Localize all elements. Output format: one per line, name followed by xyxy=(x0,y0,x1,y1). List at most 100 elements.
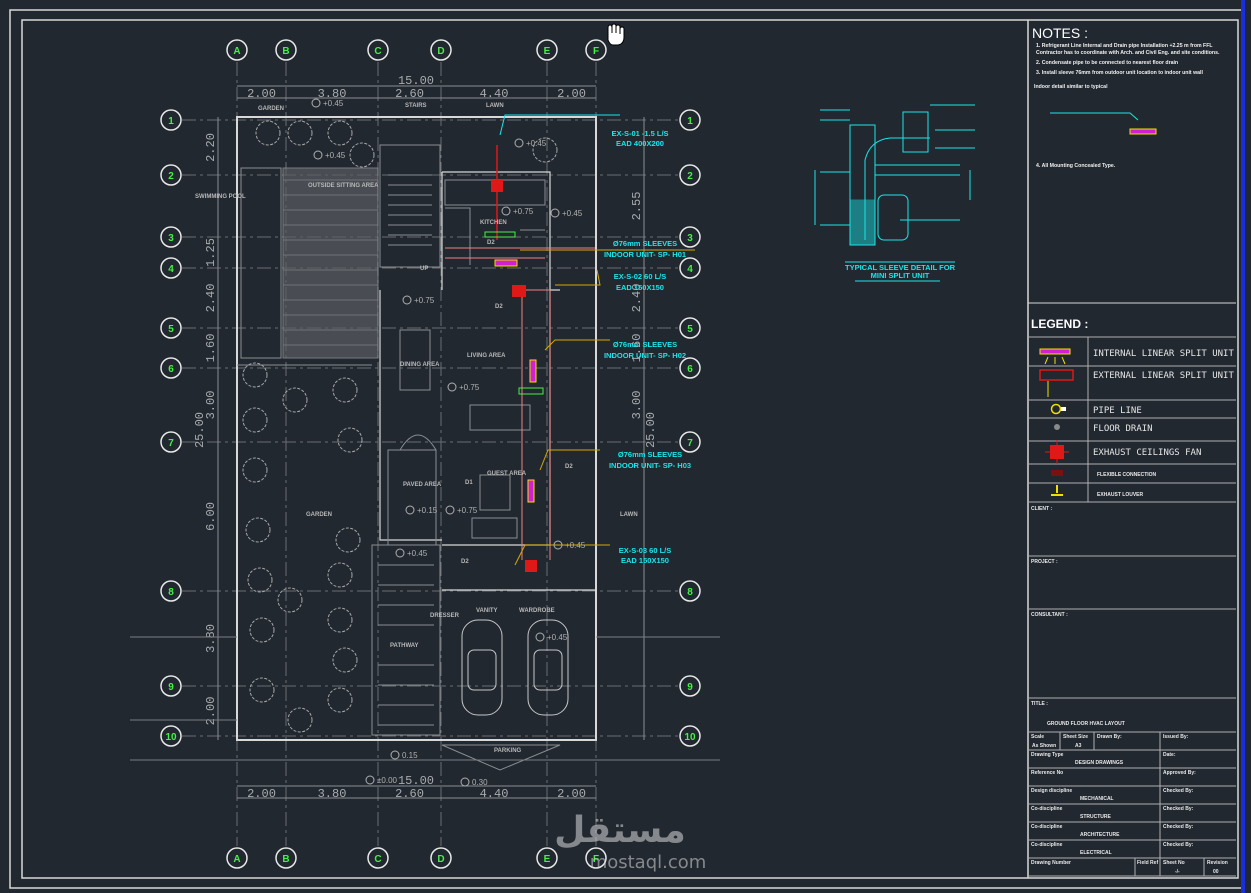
level-mark-icon xyxy=(311,98,321,108)
notes-panel: NOTES : 1. Refrigerant Line Internal and… xyxy=(1028,25,1236,304)
grid-label-row: 8 xyxy=(687,587,693,598)
svg-text:MECHANICAL: MECHANICAL xyxy=(1080,796,1114,802)
dimension-value: 2.20 xyxy=(204,133,218,162)
grid-label-row: 9 xyxy=(687,682,693,693)
swimming-pool xyxy=(240,167,282,359)
svg-text:GUEST AREA: GUEST AREA xyxy=(487,471,527,477)
tree-icon xyxy=(249,677,275,703)
sleeve-detail xyxy=(814,104,975,282)
exhaust-fan-icon xyxy=(491,180,503,192)
grid-label-column: E xyxy=(544,46,551,57)
svg-text:Checked By:: Checked By: xyxy=(1163,824,1194,830)
level-value: +0.45 xyxy=(547,633,568,642)
grid-label-row: 8 xyxy=(168,587,174,598)
tree-icon xyxy=(242,407,268,433)
watermark-logo: مستقل mostaql.com xyxy=(554,810,706,873)
svg-text:Reference No: Reference No xyxy=(1031,770,1063,776)
level-mark-icon xyxy=(402,295,412,305)
svg-text:EXHAUST CEILINGS FAN: EXHAUST CEILINGS FAN xyxy=(1093,448,1201,458)
sofa xyxy=(469,404,531,431)
svg-text:STRUCTURE: STRUCTURE xyxy=(1080,814,1111,820)
title-block: CLIENT : PROJECT : CONSULTANT : TITLE : … xyxy=(1028,506,1236,877)
grid-label-row: 7 xyxy=(168,438,174,449)
dimension-value: 3.00 xyxy=(630,391,644,420)
svg-text:FLEXIBLE CONNECTION: FLEXIBLE CONNECTION xyxy=(1097,472,1157,478)
svg-text:Sheet No: Sheet No xyxy=(1163,860,1185,866)
dimension-value: 2.60 xyxy=(395,787,424,801)
paved-area xyxy=(387,449,437,546)
dimension-value: 2.60 xyxy=(395,87,424,101)
tree-icon xyxy=(247,567,273,593)
svg-text:Indoor detail similar to typic: Indoor detail similar to typical xyxy=(1034,84,1108,90)
tree-icon xyxy=(245,517,271,543)
svg-text:Approved By:: Approved By: xyxy=(1163,770,1196,776)
dimension-total: 25.00 xyxy=(193,412,207,448)
svg-text:00: 00 xyxy=(1213,869,1219,875)
guest-bed xyxy=(479,474,511,511)
dimension-value: 1.25 xyxy=(204,238,218,267)
grid-label-row: 4 xyxy=(687,264,693,275)
svg-text:EX-S-03 60 L/S: EX-S-03 60 L/S xyxy=(619,546,672,555)
grid-label-row: 10 xyxy=(684,732,696,743)
level-value: ±0.00 xyxy=(377,776,398,785)
grid-label-row: 5 xyxy=(687,324,693,335)
grid-label-column: D xyxy=(437,854,444,865)
svg-text:Sheet Size: Sheet Size xyxy=(1063,734,1088,740)
internal-split-unit-icon xyxy=(494,259,518,267)
cad-drawing[interactable]: AABBCCDDEEFF1 12 23 34 45 56 67 78 89 910 10 2.00 3… xyxy=(0,0,1251,893)
svg-text:INTERNAL LINEAR SPLIT UNIT: INTERNAL LINEAR SPLIT UNIT xyxy=(1093,349,1234,359)
pipe-line-icon xyxy=(1050,403,1066,415)
level-value: +0.75 xyxy=(414,296,435,305)
level-value: +0.75 xyxy=(457,506,478,515)
tree-icon xyxy=(327,562,353,588)
svg-text:A3: A3 xyxy=(1075,743,1082,749)
level-value: +0.75 xyxy=(513,207,534,216)
grid-label-column: F xyxy=(593,46,599,57)
svg-text:SWIMMING POOL: SWIMMING POOL xyxy=(195,194,246,200)
tree-icon xyxy=(327,687,353,713)
svg-text:EAD 150X150: EAD 150X150 xyxy=(621,556,669,565)
internal-split-unit-icon xyxy=(527,479,535,503)
svg-text:mostaql.com: mostaql.com xyxy=(590,852,707,873)
svg-text:EAD 150X150: EAD 150X150 xyxy=(616,283,664,292)
level-mark-icon xyxy=(550,208,560,218)
svg-text:Ø76mm SLEEVES: Ø76mm SLEEVES xyxy=(613,239,677,248)
guest-sofa xyxy=(471,517,518,539)
room-labels: GARDEN STAIRS LAWN SWIMMING POOL OUTSIDE… xyxy=(195,103,638,754)
level-value: +0.45 xyxy=(407,549,428,558)
dimension-value: 4.40 xyxy=(480,87,509,101)
svg-text:D2: D2 xyxy=(461,559,469,565)
svg-text:CONSULTANT :: CONSULTANT : xyxy=(1031,612,1068,618)
svg-text:ARCHITECTURE: ARCHITECTURE xyxy=(1080,832,1120,838)
tree-icon xyxy=(255,120,281,146)
tree-icon xyxy=(287,120,313,146)
hvac-layout: EX-S-01 -1.5 L/S EAD 400X200 Ø76mm SLEEV… xyxy=(445,114,695,572)
grid-label-column: C xyxy=(374,46,381,57)
grid-label-row: 2 xyxy=(168,171,174,182)
svg-text:2. Condensate pipe to be conne: 2. Condensate pipe to be connected to ne… xyxy=(1036,60,1178,66)
svg-text:Drawn By:: Drawn By: xyxy=(1097,734,1122,740)
level-value: +0.45 xyxy=(526,139,547,148)
svg-text:FLOOR DRAIN: FLOOR DRAIN xyxy=(1093,424,1153,434)
level-mark-icon xyxy=(535,632,545,642)
level-mark-icon xyxy=(460,777,470,787)
external-split-unit-icon xyxy=(512,285,526,297)
dimension-value: 2.00 xyxy=(557,787,586,801)
level-mark-icon xyxy=(447,382,457,392)
svg-text:-/-: -/- xyxy=(1175,869,1180,875)
dimension-value: 2.55 xyxy=(630,192,644,221)
svg-text:3. Install sleeve 76mm from ou: 3. Install sleeve 76mm from outdoor unit… xyxy=(1036,70,1203,76)
pathway xyxy=(371,544,441,736)
tree-icon xyxy=(249,617,275,643)
svg-text:LAWN: LAWN xyxy=(620,512,638,518)
svg-text:LAWN: LAWN xyxy=(486,103,504,109)
level-mark-icon xyxy=(514,138,524,148)
grid-label-column: E xyxy=(544,854,551,865)
dimension-value: 2.00 xyxy=(247,87,276,101)
grid-label-column: A xyxy=(233,46,240,57)
svg-text:PROJECT :: PROJECT : xyxy=(1031,559,1058,565)
svg-text:ELECTRICAL: ELECTRICAL xyxy=(1080,850,1112,856)
exhaust-fan-icon xyxy=(1045,440,1069,464)
level-mark-icon xyxy=(405,505,415,515)
level-value: +0.45 xyxy=(562,209,583,218)
